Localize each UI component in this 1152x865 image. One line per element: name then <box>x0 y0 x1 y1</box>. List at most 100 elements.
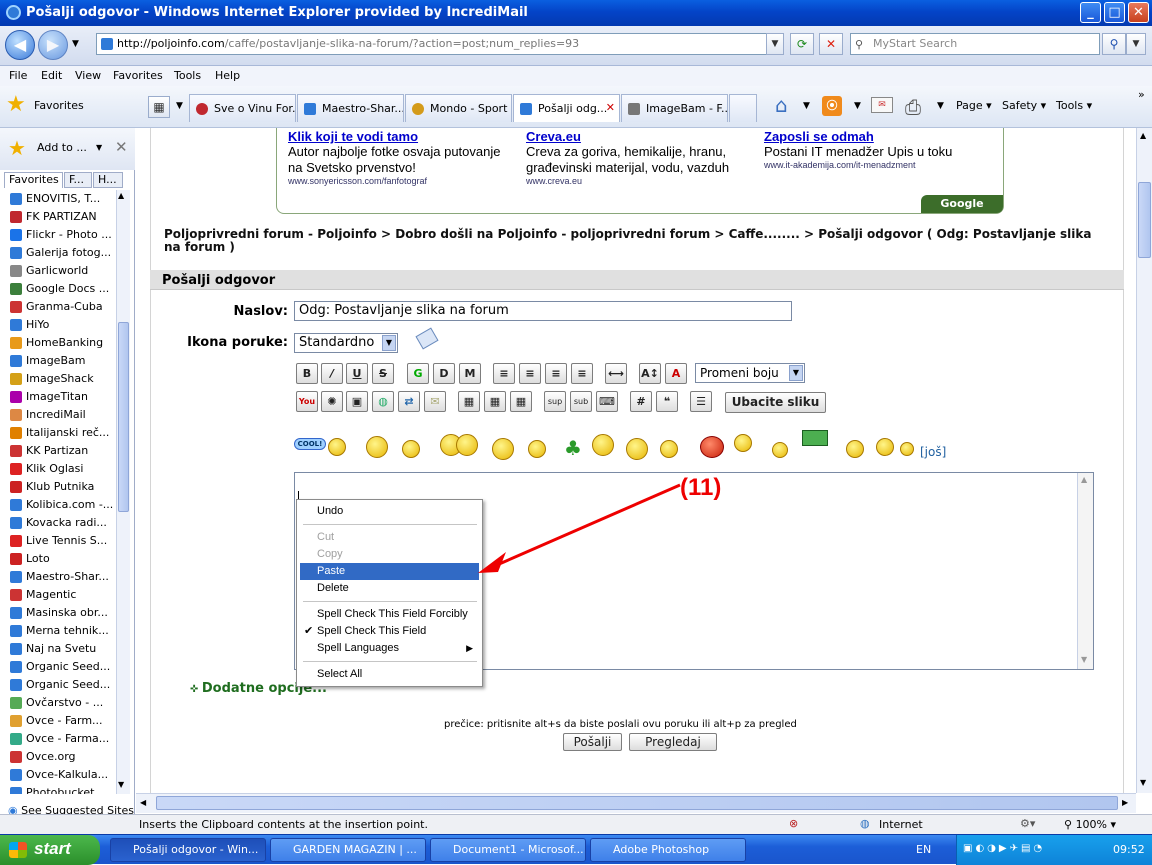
print-icon[interactable]: ⎙ <box>905 95 921 119</box>
favorite-item[interactable]: Kovacka radi... <box>8 514 116 532</box>
address-dropdown-button[interactable]: ▼ <box>766 33 784 55</box>
search-button[interactable]: ⚲ <box>1102 33 1126 55</box>
tab-imagebam[interactable]: ImageBam - F... <box>621 94 728 122</box>
breadcrumb[interactable]: Poljoprivredni forum - Poljoinfo > Dobro… <box>164 228 1104 254</box>
clover-icon[interactable]: ♣ <box>564 436 582 460</box>
youtube-button[interactable]: You <box>296 391 318 412</box>
menu-file[interactable]: File <box>9 69 27 82</box>
scroll-left-arrow-icon[interactable]: ◀ <box>140 798 146 807</box>
favorite-item[interactable]: Ovce - Farm... <box>8 712 116 730</box>
teletype-button[interactable]: ⌨ <box>596 391 618 412</box>
favorite-item[interactable]: ENOVITIS, T... <box>8 190 116 208</box>
horizontal-rule-button[interactable]: ⟷ <box>605 363 627 384</box>
add-to-favorites-icon[interactable]: ★ <box>8 136 26 160</box>
scroll-up-arrow-icon[interactable]: ▲ <box>1081 475 1087 484</box>
ad-url[interactable]: www.creva.eu <box>526 176 756 186</box>
favorite-item[interactable]: Photobucket <box>8 784 116 794</box>
quick-tabs-button[interactable]: ▦ <box>148 96 170 118</box>
align-left-button[interactable]: ≡ <box>519 363 541 384</box>
address-input[interactable]: http://poljoinfo.com/caffe/postavljanje-… <box>96 33 784 55</box>
search-input[interactable]: ⚲ MyStart Search <box>850 33 1100 55</box>
favorite-item[interactable]: Garlicworld <box>8 262 116 280</box>
context-paste[interactable]: Paste <box>300 563 479 580</box>
favorite-item[interactable]: Live Tennis S... <box>8 532 116 550</box>
insert-image-button[interactable]: Ubacite sliku <box>725 392 826 413</box>
feeds-icon[interactable]: ⦿ <box>822 96 842 116</box>
menu-edit[interactable]: Edit <box>41 69 62 82</box>
favorite-item[interactable]: Klub Putnika <box>8 478 116 496</box>
image-button[interactable]: ▣ <box>346 391 368 412</box>
favorite-item[interactable]: Maestro-Shar... <box>8 568 116 586</box>
tools-menu-button[interactable]: Tools ▾ <box>1056 99 1092 112</box>
favorite-item[interactable]: Flickr - Photo ... <box>8 226 116 244</box>
tray-icons[interactable]: ▣◐◑▶✈▤◔ <box>963 843 1045 854</box>
superscript-button[interactable]: sup <box>544 391 566 412</box>
favorite-item[interactable]: ImageShack <box>8 370 116 388</box>
page-scroll-thumb[interactable] <box>1138 182 1151 258</box>
strike-button[interactable]: S <box>372 363 394 384</box>
context-spell-field[interactable]: ✔ Spell Check This Field <box>300 623 479 640</box>
favorite-item[interactable]: KK Partizan <box>8 442 116 460</box>
favorite-item[interactable]: Organic Seed... <box>8 658 116 676</box>
subscript-button[interactable]: sub <box>570 391 592 412</box>
ftp-button[interactable]: ⇄ <box>398 391 420 412</box>
ad-title[interactable]: Zaposli se odmah <box>764 129 994 144</box>
favorite-item[interactable]: Klik Oglasi <box>8 460 116 478</box>
cool-smiley-icon[interactable]: COOL! <box>294 438 326 450</box>
favorite-item[interactable]: Ovce-Kalkula... <box>8 766 116 784</box>
align-center-button[interactable]: ≡ <box>545 363 567 384</box>
marquee-button[interactable]: M <box>459 363 481 384</box>
scroll-up-arrow-icon[interactable]: ▲ <box>1140 131 1146 140</box>
favorite-item[interactable]: Kolibica.com -... <box>8 496 116 514</box>
smiley-icon[interactable] <box>528 440 546 458</box>
home-icon[interactable]: ⌂ <box>775 93 788 117</box>
list-button[interactable]: ☰ <box>690 391 712 412</box>
hyperlink-button[interactable]: ◍ <box>372 391 394 412</box>
history-dropdown-icon[interactable]: ▼ <box>72 39 79 49</box>
smiley-icon[interactable] <box>846 440 864 458</box>
table-button[interactable]: ▦ <box>458 391 480 412</box>
toolbar-overflow-icon[interactable]: » <box>1138 88 1145 101</box>
ad-url[interactable]: www.sonyericsson.com/fanfotograf <box>288 176 518 186</box>
close-button[interactable]: ✕ <box>1128 2 1149 23</box>
favorite-item[interactable]: Galerija fotog... <box>8 244 116 262</box>
italic-button[interactable]: / <box>321 363 343 384</box>
ad-item[interactable]: Zaposli se odmah Postani IT menadžer Upi… <box>764 129 994 170</box>
smiley-icon[interactable] <box>772 442 788 458</box>
context-select-all[interactable]: Select All <box>300 666 479 683</box>
new-tab-button[interactable] <box>729 94 757 122</box>
context-undo[interactable]: Undo <box>300 503 479 520</box>
tab-feeds[interactable]: F... <box>64 172 92 188</box>
taskbar-ie[interactable]: Pošalji odgovor - Win... <box>110 838 266 862</box>
ad-item[interactable]: Klik koji te vodi tamo Autor najbolje fo… <box>288 129 518 186</box>
google-ads-logo[interactable]: Google oglasi <box>921 195 1003 228</box>
back-button[interactable]: ◀ <box>5 30 35 60</box>
page-hscroll-thumb[interactable] <box>156 796 1118 810</box>
zoom-control[interactable]: ⚲ 100% ▾ <box>1064 818 1116 831</box>
flash-button[interactable]: ✺ <box>321 391 343 412</box>
send-button[interactable]: Pošalji <box>563 733 622 751</box>
language-indicator[interactable]: EN <box>916 843 931 856</box>
context-delete[interactable]: Delete <box>300 580 479 597</box>
favorite-item[interactable]: FK PARTIZAN <box>8 208 116 226</box>
home-dropdown-icon[interactable]: ▼ <box>803 101 810 111</box>
scroll-down-arrow-icon[interactable]: ▼ <box>1081 655 1087 664</box>
favorite-item[interactable]: Granma-Cuba <box>8 298 116 316</box>
favorite-item[interactable]: HiYo <box>8 316 116 334</box>
add-to-favorites-button[interactable]: Add to ... <box>37 141 87 154</box>
bold-button[interactable]: B <box>296 363 318 384</box>
status-privacy-icon[interactable]: ⊗ <box>789 817 798 830</box>
quote-button[interactable]: ❝ <box>656 391 678 412</box>
smiley-icon[interactable] <box>492 438 514 460</box>
more-smileys-link[interactable]: [još] <box>920 445 946 459</box>
menu-view[interactable]: View <box>75 69 101 82</box>
scroll-right-arrow-icon[interactable]: ▶ <box>1122 798 1128 807</box>
start-button[interactable]: start <box>0 835 100 865</box>
font-color-button[interactable]: A <box>665 363 687 384</box>
favorite-item[interactable]: Merna tehnik... <box>8 622 116 640</box>
scroll-down-arrow-icon[interactable]: ▼ <box>118 780 124 789</box>
glow-button[interactable]: G <box>407 363 429 384</box>
scroll-up-arrow-icon[interactable]: ▲ <box>118 191 124 200</box>
tab-list-dropdown-icon[interactable]: ▼ <box>176 101 183 111</box>
umbrella-smiley-icon[interactable] <box>626 438 648 460</box>
